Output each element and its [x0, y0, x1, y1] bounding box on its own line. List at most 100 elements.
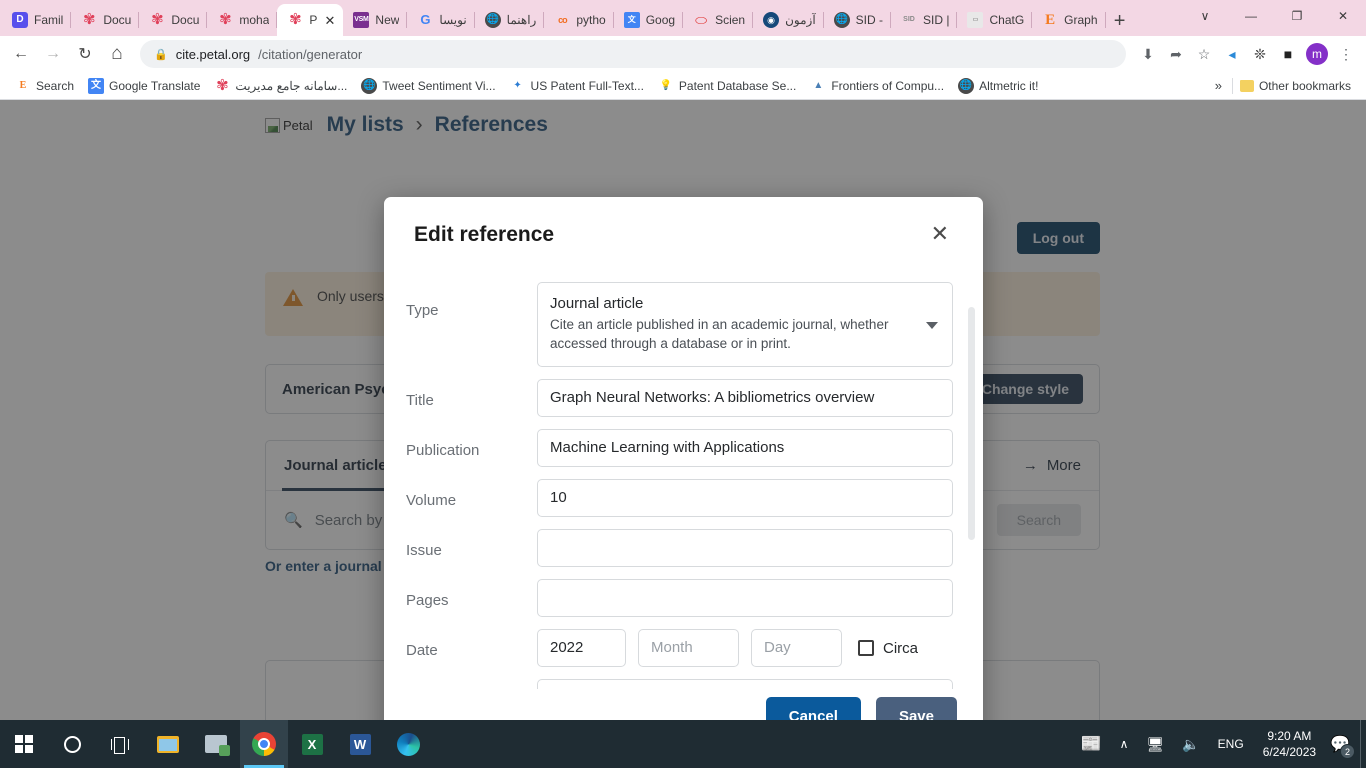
browser-tab[interactable]: Docu [71, 4, 140, 36]
bookmark-item[interactable]: 🌐 Tweet Sentiment Vi... [354, 76, 502, 96]
volume-input[interactable]: 10 [537, 479, 953, 518]
windows-taskbar: X W 📰 ∧ 🖥 🔈 ENG 9:20 AM 6/24/2023 💬 2 [0, 720, 1366, 768]
browser-window: DFamil Docu Docu moha Pe✕ VSMNew Gنویسا … [0, 0, 1366, 768]
circa-checkbox-group[interactable]: Circa [858, 640, 918, 657]
tab-search-chevron-icon[interactable]: ∨ [1182, 0, 1228, 32]
browser-tab[interactable]: ▭ ChatG [957, 4, 1032, 36]
browser-tab[interactable]: moha [207, 4, 278, 36]
bookmarks-overflow-button[interactable]: » [1205, 78, 1232, 93]
mendeley-extension-icon[interactable]: ◂ [1218, 40, 1246, 68]
browser-tab[interactable]: 文 Goog [614, 4, 684, 36]
notification-center-button[interactable]: 💬 2 [1326, 720, 1360, 768]
sidepanel-icon[interactable]: ■ [1274, 40, 1302, 68]
chrome-menu-icon[interactable]: ⋮ [1332, 40, 1360, 68]
issue-input[interactable] [537, 529, 953, 568]
extensions-puzzle-icon[interactable]: ❊ [1246, 40, 1274, 68]
show-desktop-button[interactable] [1360, 720, 1366, 768]
tab-title: moha [239, 13, 270, 27]
bookmark-item[interactable]: 文 Google Translate [81, 76, 207, 96]
forward-icon[interactable]: → [38, 39, 68, 69]
tab-title: آزمون [785, 13, 816, 27]
globe-icon: 🌐 [484, 12, 501, 28]
vsm-icon: VSM [353, 12, 370, 28]
back-icon[interactable]: ← [6, 39, 36, 69]
url-host: cite.petal.org [175, 46, 251, 62]
network-icon[interactable]: 🖥 [1137, 720, 1173, 768]
chrome-icon [252, 732, 276, 756]
home-icon[interactable]: ⌂ [102, 39, 132, 69]
news-weather-icon[interactable]: 📰 [1071, 720, 1110, 768]
browser-tab[interactable]: SID SID | [891, 4, 958, 36]
circa-checkbox[interactable] [858, 640, 874, 657]
browser-tab[interactable]: E Graph [1032, 4, 1106, 36]
url-path: /citation/generator [258, 46, 363, 62]
bookmark-item[interactable]: 💡 Patent Database Se... [651, 76, 803, 96]
date-day-input[interactable]: Day [751, 629, 842, 668]
new-tab-button[interactable]: + [1106, 11, 1134, 31]
pages-input[interactable] [537, 579, 953, 618]
bookmark-label: Patent Database Se... [678, 78, 797, 93]
frontiers-icon: ▲ [813, 79, 824, 91]
tab-close-icon[interactable]: ✕ [325, 14, 336, 27]
volume-icon[interactable]: 🔈 [1173, 720, 1208, 768]
maximize-button[interactable]: ❐ [1274, 0, 1320, 32]
download-icon[interactable]: ⬇ [1134, 40, 1162, 68]
browser-tab-active[interactable]: Pe ✕ [277, 4, 344, 36]
address-bar[interactable]: 🔒 cite.petal.org/citation/generator [140, 40, 1126, 68]
language-indicator[interactable]: ENG [1209, 720, 1253, 768]
browser-tab[interactable]: ◉ آزمون [753, 4, 824, 36]
edge-icon [396, 732, 420, 756]
tab-title: Docu [103, 13, 132, 27]
edge-taskbar-button[interactable] [384, 720, 432, 768]
chevron-up-icon[interactable]: ∧ [1111, 720, 1138, 768]
browser-tab[interactable]: ⬭ Scien [683, 4, 754, 36]
remote-desktop-button[interactable] [192, 720, 240, 768]
excel-taskbar-button[interactable]: X [288, 720, 336, 768]
browser-tab[interactable]: G نویسا [407, 4, 475, 36]
save-button[interactable]: Save [875, 696, 957, 720]
file-explorer-button[interactable] [144, 720, 192, 768]
lock-icon: 🔒 [154, 48, 168, 61]
patent-icon: ✦ [513, 79, 522, 91]
other-bookmarks-folder[interactable]: Other bookmarks [1233, 77, 1358, 95]
type-select[interactable]: Journal article Cite an article publishe… [537, 282, 953, 368]
cortana-button[interactable] [48, 720, 96, 768]
circa-label: Circa [883, 639, 919, 657]
close-window-button[interactable]: ✕ [1320, 0, 1366, 32]
coursera-icon: co [558, 15, 568, 25]
bookmark-item[interactable]: E Search [8, 76, 81, 96]
chrome-taskbar-button[interactable] [240, 720, 288, 768]
tab-title: New [375, 13, 400, 27]
bookmark-item[interactable]: 🌐 Altmetric it! [951, 76, 1045, 96]
excel-icon: X [301, 733, 323, 755]
tab-title: راهنما [506, 13, 537, 27]
browser-tab[interactable]: co pytho [544, 4, 614, 36]
dialog-scrollbar[interactable] [968, 307, 975, 540]
start-button[interactable] [0, 720, 48, 768]
browser-tab[interactable]: Docu [139, 4, 208, 36]
publication-input[interactable]: Machine Learning with Applications [537, 429, 953, 468]
reload-icon[interactable]: ↻ [70, 39, 100, 69]
star-icon[interactable]: ☆ [1190, 40, 1218, 68]
browser-tab[interactable]: 🌐 راهنما [475, 4, 545, 36]
pages-label: Pages [406, 592, 449, 610]
cancel-button[interactable]: Cancel [765, 696, 861, 720]
bookmark-item[interactable]: ▲ Frontiers of Compu... [803, 76, 951, 96]
google-translate-icon: 文 [623, 12, 640, 28]
browser-tab[interactable]: 🌐 SID - [824, 4, 892, 36]
browser-tab[interactable]: D Famil [2, 4, 72, 36]
close-icon[interactable]: ✕ [927, 223, 953, 245]
avatar[interactable]: m [1306, 43, 1328, 65]
sid-globe-icon: 🌐 [833, 12, 850, 28]
minimize-button[interactable]: — [1228, 0, 1274, 32]
date-year-input[interactable]: 2022 [537, 629, 626, 668]
word-taskbar-button[interactable]: W [336, 720, 384, 768]
bookmark-item[interactable]: ✦ US Patent Full-Text... [503, 76, 651, 96]
share-icon[interactable]: ➦ [1162, 40, 1190, 68]
bookmark-item[interactable]: سامانه جامع مدیریت... [207, 76, 354, 96]
task-view-button[interactable] [96, 720, 144, 768]
title-input[interactable]: Graph Neural Networks: A bibliometrics o… [537, 379, 953, 418]
date-month-input[interactable]: Month [638, 629, 739, 668]
browser-tab[interactable]: VSM New [343, 4, 408, 36]
clock[interactable]: 9:20 AM 6/24/2023 [1253, 728, 1326, 760]
